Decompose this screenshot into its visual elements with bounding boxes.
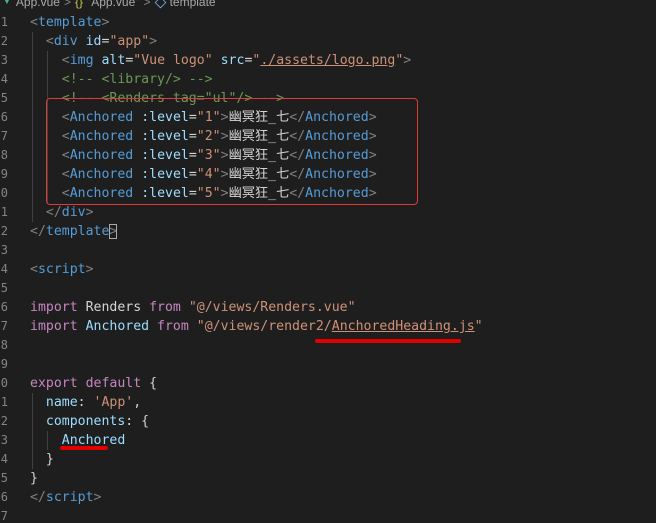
line-number: 5 <box>0 471 8 485</box>
cube-icon <box>154 0 166 8</box>
line-number: 1 <box>0 395 8 409</box>
code-line: <!-- <library/> --> <box>61 72 213 87</box>
code-line: components: { <box>45 414 150 429</box>
line-number: 8 <box>0 338 8 352</box>
line-number: 4 <box>0 262 8 276</box>
code-line: export default { <box>30 376 158 391</box>
line-number: 4 <box>0 72 8 86</box>
vue-file-icon: ▼ <box>2 0 12 7</box>
line-number: 3 <box>0 243 8 257</box>
line-number: 6 <box>0 110 8 124</box>
chevron-right-icon: > <box>143 0 151 9</box>
code-line: import Anchored from "@/views/render2/An… <box>30 319 483 334</box>
line-number: 1 <box>0 205 8 219</box>
breadcrumb-section[interactable]: template <box>170 0 216 8</box>
line-number: 7 <box>0 129 8 143</box>
line-number: 7 <box>0 319 8 333</box>
line-number: 5 <box>0 91 8 105</box>
breadcrumb: ▼ App.vue > {} "App.vue" > template <box>0 0 656 12</box>
line-number-gutter: 1 2 3 4 5 6 7 8 9 0 1 2 3 4 5 6 7 8 9 0 1 2 3 4 5 6 7 <box>0 13 10 523</box>
code-line: <script> <box>30 262 94 277</box>
code-line: </div> <box>45 205 94 220</box>
line-number: 4 <box>0 452 8 466</box>
line-number: 9 <box>0 357 8 371</box>
line-number: 0 <box>0 186 8 200</box>
annotation-underline <box>315 339 461 343</box>
chevron-right-icon: > <box>63 0 71 9</box>
line-number: 6 <box>0 490 8 504</box>
line-number: 6 <box>0 300 8 314</box>
line-number: 1 <box>0 15 8 29</box>
asset-path-link[interactable]: ./assets/logo.png <box>260 53 395 68</box>
code-line: <img alt="Vue logo" src="./assets/logo.p… <box>61 53 412 68</box>
code-line: } <box>45 452 54 467</box>
breadcrumb-file[interactable]: App.vue <box>16 0 60 8</box>
code-area[interactable]: <template> <div id="app"> <img alt="Vue … <box>30 13 483 507</box>
line-number: 3 <box>0 53 8 67</box>
annotation-underline <box>60 446 108 450</box>
code-line: </template> <box>30 224 118 239</box>
line-number: 2 <box>0 34 8 48</box>
breadcrumb-component[interactable]: "App.vue" <box>87 0 140 8</box>
line-number: 3 <box>0 433 8 447</box>
line-number: 8 <box>0 148 8 162</box>
line-number: 5 <box>0 281 8 295</box>
import-path-link[interactable]: AnchoredHeading.js <box>332 319 475 334</box>
code-line: } <box>30 471 38 486</box>
code-line: import Renders from "@/views/Renders.vue… <box>30 300 356 315</box>
code-line: name: 'App', <box>45 395 142 410</box>
bracket-match-highlight: > <box>109 224 118 239</box>
line-number: 0 <box>0 376 8 390</box>
line-number: 2 <box>0 224 8 238</box>
code-line: <template> <box>30 15 110 30</box>
code-line: <div id="app"> <box>45 34 158 49</box>
braces-icon: {} <box>74 0 83 9</box>
line-number: 2 <box>0 414 8 428</box>
annotation-box <box>46 98 418 205</box>
line-number: 7 <box>0 509 8 523</box>
line-number: 9 <box>0 167 8 181</box>
code-line: </script> <box>30 490 102 505</box>
